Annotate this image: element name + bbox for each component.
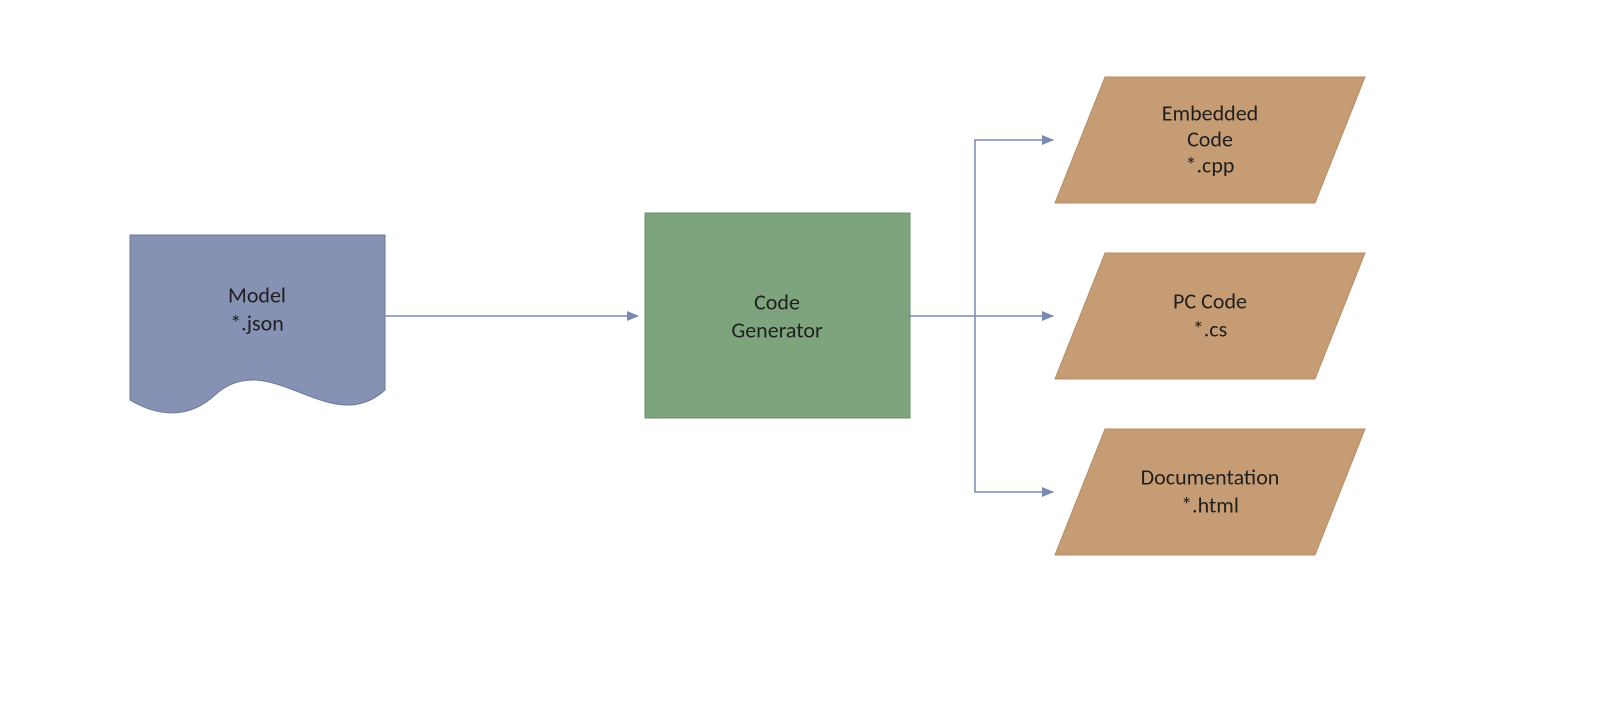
output-pc-line1: PC Code xyxy=(1173,287,1247,314)
generator-title: Code xyxy=(754,288,800,315)
output-embedded-line3: *.cpp xyxy=(1186,151,1235,178)
model-node: Model *.json xyxy=(130,235,385,413)
output-doc-line1: Documentation xyxy=(1141,463,1280,490)
output-embedded-line1: Embedded xyxy=(1162,99,1258,126)
generator-output-arrows xyxy=(910,140,1053,492)
output-documentation: Documentation *.html xyxy=(1055,429,1365,555)
generator-subtitle: Generator xyxy=(731,316,823,343)
arrow-to-documentation xyxy=(975,316,1053,492)
model-title: Model xyxy=(228,281,286,308)
output-pc-code: PC Code *.cs xyxy=(1055,253,1365,379)
output-pc-line2: *.cs xyxy=(1193,315,1227,342)
code-generator-diagram: Model *.json Code Generator Embedded Cod… xyxy=(0,0,1600,710)
arrow-to-embedded xyxy=(975,140,1053,316)
generator-node: Code Generator xyxy=(645,213,910,418)
model-subtitle: *.json xyxy=(230,309,284,336)
output-embedded-line2: Code xyxy=(1187,125,1233,152)
output-embedded: Embedded Code *.cpp xyxy=(1055,77,1365,203)
output-doc-line2: *.html xyxy=(1181,491,1239,518)
